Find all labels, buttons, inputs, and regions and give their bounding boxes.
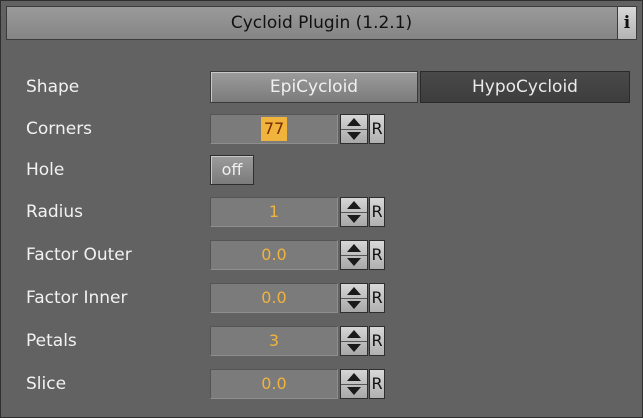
petals-row: Petals 3 R [1,323,643,359]
factor-inner-input[interactable]: 0.0 [210,283,338,313]
hole-label: Hole [26,160,65,180]
factor-outer-stepper[interactable] [340,240,368,270]
petals-input[interactable]: 3 [210,326,338,356]
petals-reset-button[interactable]: R [369,326,385,356]
corners-label: Corners [26,119,93,139]
corners-value[interactable]: 77 [261,117,287,141]
arrow-down-icon [347,215,361,223]
factor-outer-reset-button[interactable]: R [369,240,385,270]
arrow-up-icon [347,201,361,209]
factor-inner-decrement-button[interactable] [341,298,367,312]
hole-toggle[interactable]: off [210,155,254,185]
arrow-down-icon [347,344,361,352]
radius-row: Radius 1 R [1,194,643,230]
cycloid-plugin-panel: Cycloid Plugin (1.2.1) i Shape EpiCycloi… [0,0,643,418]
slice-stepper[interactable] [340,369,368,399]
radius-reset-button[interactable]: R [369,197,385,227]
arrow-up-icon [347,118,361,126]
title-bar: Cycloid Plugin (1.2.1) i [6,6,637,40]
factor-inner-increment-button[interactable] [341,284,367,299]
factor-inner-row: Factor Inner 0.0 R [1,280,643,316]
petals-decrement-button[interactable] [341,341,367,355]
corners-increment-button[interactable] [341,115,367,130]
factor-inner-label: Factor Inner [26,288,128,308]
petals-increment-button[interactable] [341,327,367,342]
info-button[interactable]: i [617,6,637,40]
factor-outer-input[interactable]: 0.0 [210,240,338,270]
slice-label: Slice [26,374,67,394]
shape-row: Shape EpiCycloid HypoCycloid [1,69,643,105]
epicycloid-button[interactable]: EpiCycloid [210,71,418,103]
slice-input[interactable]: 0.0 [210,369,338,399]
slice-decrement-button[interactable] [341,384,367,398]
corners-reset-button[interactable]: R [369,114,385,144]
radius-decrement-button[interactable] [341,212,367,226]
arrow-down-icon [347,387,361,395]
corners-stepper[interactable] [340,114,368,144]
radius-input[interactable]: 1 [210,197,338,227]
slice-value[interactable]: 0.0 [211,370,337,398]
corners-row: Corners 77 R [1,111,643,147]
petals-value[interactable]: 3 [211,327,337,355]
petals-label: Petals [26,331,77,351]
radius-value[interactable]: 1 [211,198,337,226]
petals-stepper[interactable] [340,326,368,356]
slice-row: Slice 0.0 R [1,366,643,402]
hole-row: Hole off [1,152,643,188]
slice-increment-button[interactable] [341,370,367,385]
factor-outer-label: Factor Outer [26,245,132,265]
factor-outer-decrement-button[interactable] [341,255,367,269]
arrow-up-icon [347,244,361,252]
arrow-down-icon [347,301,361,309]
factor-inner-stepper[interactable] [340,283,368,313]
factor-outer-value[interactable]: 0.0 [211,241,337,269]
factor-inner-reset-button[interactable]: R [369,283,385,313]
radius-stepper[interactable] [340,197,368,227]
hypocycloid-button[interactable]: HypoCycloid [420,71,630,103]
factor-outer-increment-button[interactable] [341,241,367,256]
slice-reset-button[interactable]: R [369,369,385,399]
arrow-down-icon [347,258,361,266]
arrow-up-icon [347,373,361,381]
arrow-up-icon [347,287,361,295]
panel-title: Cycloid Plugin (1.2.1) [230,13,413,33]
factor-inner-value[interactable]: 0.0 [211,284,337,312]
factor-outer-row: Factor Outer 0.0 R [1,237,643,273]
corners-decrement-button[interactable] [341,129,367,143]
arrow-up-icon [347,330,361,338]
arrow-down-icon [347,132,361,140]
radius-increment-button[interactable] [341,198,367,213]
shape-label: Shape [26,77,80,97]
radius-label: Radius [26,202,84,222]
corners-input[interactable]: 77 [210,114,338,144]
